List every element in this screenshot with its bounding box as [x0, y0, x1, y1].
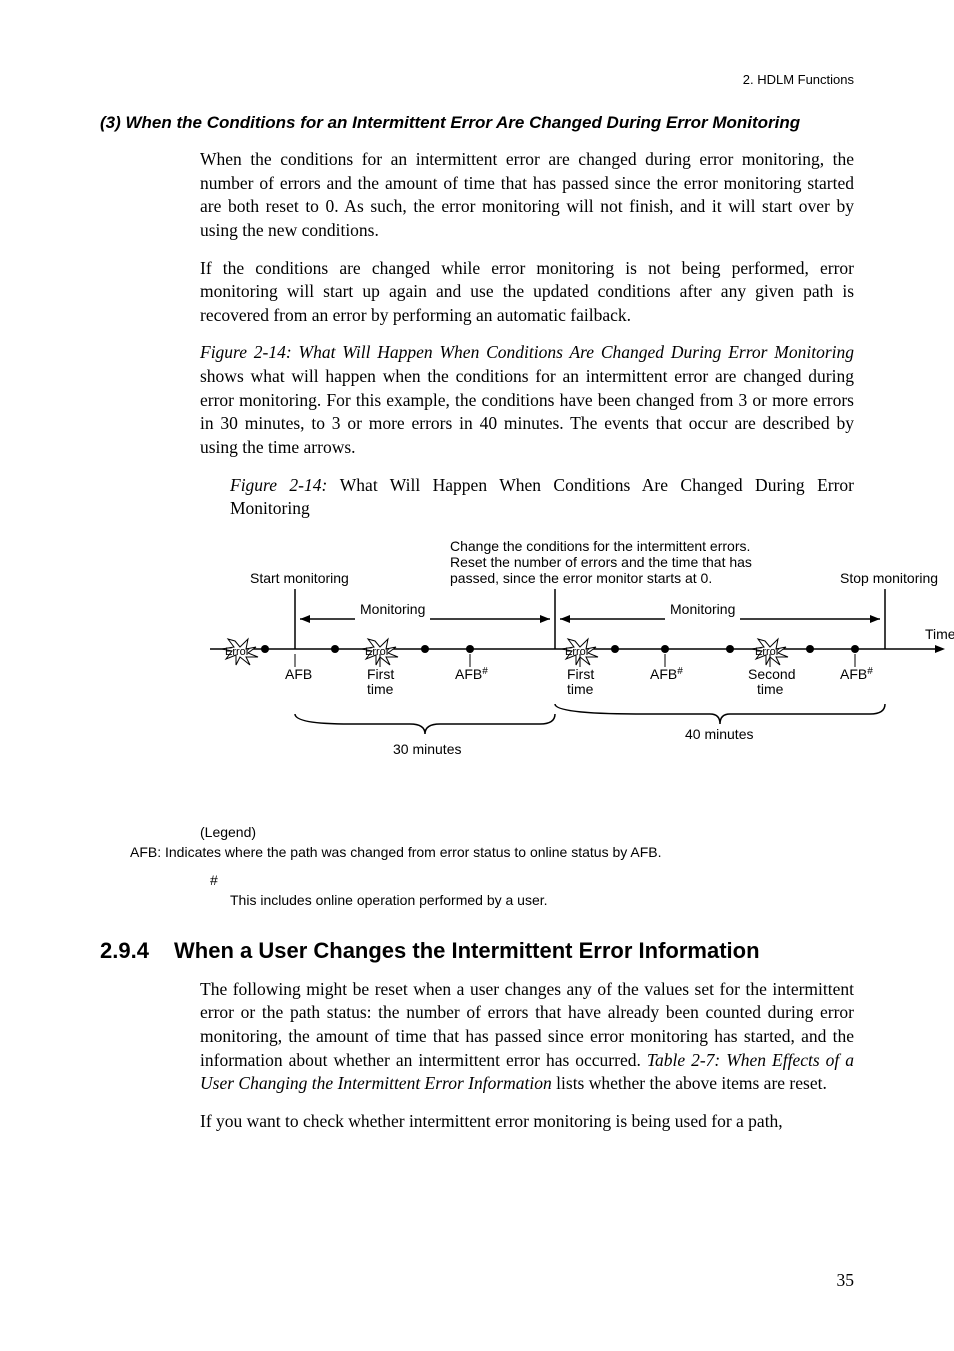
fig-time-label: Time	[925, 626, 954, 642]
timing-diagram-svg: Change the conditions for the intermitte…	[200, 539, 954, 799]
legend-afb-desc: AFB: Indicates where the path was change…	[130, 844, 854, 860]
fig-first: First	[367, 666, 394, 682]
fig-stop-monitoring: Stop monitoring	[840, 570, 938, 586]
fig-first: First	[567, 666, 594, 682]
fig-error: Error	[365, 646, 390, 658]
fig-error: Error	[225, 646, 250, 658]
fig-afb-hash: AFB#	[840, 666, 873, 682]
fig-afb: AFB	[285, 666, 312, 682]
fig-forty: 40 minutes	[685, 726, 753, 742]
body-text: shows what will happen when the conditio…	[200, 366, 854, 457]
fig-topline2: Reset the number of errors and the time …	[450, 554, 752, 570]
page-header-right: 2. HDLM Functions	[743, 72, 854, 87]
figure-number: Figure 2-14:	[230, 475, 340, 495]
subsection-number: 2.9.4	[100, 938, 174, 964]
page-content: (3) When the Conditions for an Intermitt…	[100, 112, 854, 1134]
fig-start-monitoring: Start monitoring	[250, 570, 349, 586]
body-paragraph: When the conditions for an intermittent …	[200, 148, 854, 243]
body-paragraph: If the conditions are changed while erro…	[200, 257, 854, 328]
figure-caption: Figure 2-14: What Will Happen When Condi…	[230, 474, 854, 521]
fig-afb-hash: AFB#	[455, 666, 488, 682]
fig-second2: time	[757, 681, 784, 697]
fig-afb-hash: AFB#	[650, 666, 683, 682]
fig-error: Error	[755, 646, 780, 658]
body-paragraph: Figure 2-14: What Will Happen When Condi…	[200, 341, 854, 459]
legend-label: (Legend)	[200, 824, 854, 840]
fig-monitoring-right: Monitoring	[670, 601, 735, 617]
legend-hash: #	[210, 872, 854, 888]
section-heading-3: (3) When the Conditions for an Intermitt…	[100, 112, 854, 134]
page-number: 35	[837, 1270, 855, 1291]
body-paragraph: If you want to check whether intermitten…	[200, 1110, 854, 1134]
fig-topline3: passed, since the error monitor starts a…	[450, 570, 712, 586]
fig-monitoring-left: Monitoring	[360, 601, 425, 617]
subsection-heading: 2.9.4 When a User Changes the Intermitte…	[100, 938, 854, 964]
fig-topline1: Change the conditions for the intermitte…	[450, 539, 750, 554]
error-burst-icon: Error	[222, 639, 258, 665]
legend-hash-desc: This includes online operation performed…	[230, 892, 854, 908]
fig-time2: time	[567, 681, 594, 697]
fig-thirty: 30 minutes	[393, 741, 461, 757]
fig-time2: time	[367, 681, 394, 697]
figure-ref: Figure 2-14: What Will Happen When Condi…	[200, 342, 854, 362]
fig-second: Second	[748, 666, 795, 682]
body-paragraph: The following might be reset when a user…	[200, 978, 854, 1096]
subsection-title: When a User Changes the Intermittent Err…	[174, 938, 760, 964]
body-text: lists whether the above items are reset.	[552, 1073, 827, 1093]
fig-error: Error	[565, 646, 590, 658]
figure-diagram: Change the conditions for the intermitte…	[200, 539, 854, 804]
